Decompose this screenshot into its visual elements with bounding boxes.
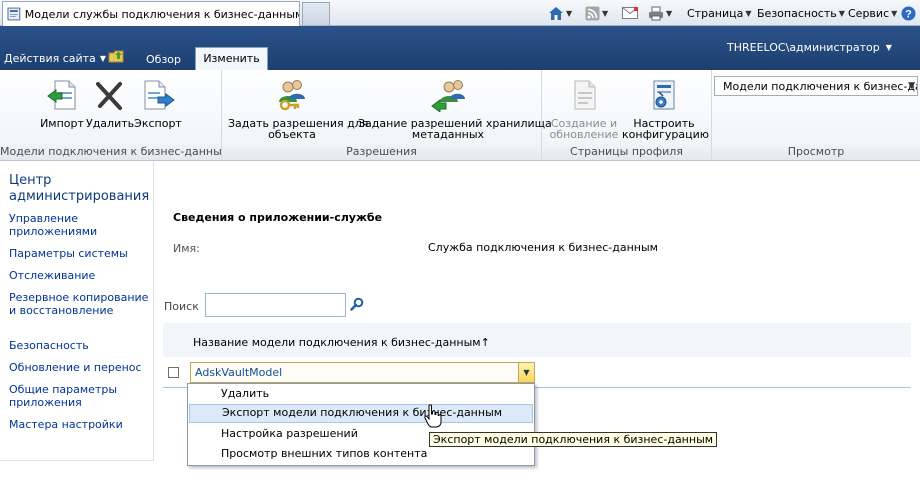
- help-icon: ?: [901, 6, 916, 20]
- page-favicon-icon: [7, 7, 21, 21]
- users-key-icon: [279, 80, 305, 111]
- new-tab-button[interactable]: [302, 2, 330, 25]
- chevron-down-icon: ▼: [602, 8, 609, 18]
- configure-button[interactable]: Настроить конфигурацию: [622, 78, 710, 141]
- home-icon: [549, 6, 563, 20]
- page-menu[interactable]: Страница ▼: [687, 4, 752, 22]
- page-section-title: Сведения о приложении-службе: [173, 211, 383, 224]
- create-update-label-2: обновление: [549, 128, 619, 141]
- browser-tab-title: Модели службы подключения к бизнес-данны…: [24, 7, 299, 21]
- nav-item-upgrade-migration[interactable]: Обновление и перенос: [9, 361, 149, 374]
- delete-label: Удалить: [86, 117, 135, 130]
- printer-icon: [649, 6, 663, 20]
- group-label-models: Модели подключения к бизнес-данным: [0, 144, 231, 160]
- feeds-button[interactable]: ▼: [585, 4, 608, 22]
- tools-menu[interactable]: Сервис ▼: [848, 4, 897, 22]
- nav-item-backup-restore[interactable]: Резервное копирование и восстановление: [9, 291, 149, 317]
- view-select[interactable]: Модели подключения к бизнес-да ▼: [714, 76, 918, 96]
- list-item[interactable]: AdskVaultModel ▼: [190, 362, 535, 383]
- item-context-menu: Удалить Экспорт модели подключения к биз…: [187, 383, 535, 466]
- chevron-down-icon: ▼: [745, 8, 752, 18]
- search-input[interactable]: [205, 293, 346, 317]
- export-icon: [144, 80, 175, 110]
- group-label-view: Просмотр: [712, 144, 920, 160]
- nav-item-system-settings[interactable]: Параметры системы: [9, 247, 149, 260]
- ribbon-group-models: Импорт Удалить Экспорт Модели подключени…: [0, 70, 231, 160]
- search-label: Поиск: [164, 300, 199, 313]
- set-store-permissions-label-2: метаданных: [411, 128, 485, 141]
- navigate-up-icon[interactable]: [108, 49, 125, 63]
- name-label: Имя:: [173, 242, 200, 255]
- chevron-down-icon: ▼: [566, 8, 573, 18]
- page-menu-label: Страница: [687, 6, 744, 20]
- view-select-value: Модели подключения к бизнес-да: [723, 79, 918, 93]
- export-label: Экспорт: [134, 117, 182, 130]
- set-store-permissions-button[interactable]: Задание разрешений хранилища метаданных: [358, 78, 552, 141]
- row-select-checkbox[interactable]: [168, 367, 179, 378]
- chevron-down-icon: ▼: [908, 81, 915, 91]
- user-menu[interactable]: THREELOC\администратор ▼: [727, 41, 892, 54]
- name-value: Служба подключения к бизнес-данным: [428, 241, 658, 254]
- chevron-down-icon: ▼: [885, 43, 892, 52]
- users-arrow-icon: [431, 80, 465, 112]
- browser-tab[interactable]: Модели службы подключения к бизнес-данны…: [2, 1, 300, 26]
- nav-item-config-wizards[interactable]: Мастера настройки: [9, 418, 149, 431]
- help-button[interactable]: ?: [901, 4, 916, 22]
- menu-item-delete[interactable]: Удалить: [189, 385, 533, 404]
- browser-command-bar: Модели службы подключения к бизнес-данны…: [0, 0, 920, 26]
- set-object-permissions-label-2: объекта: [268, 128, 316, 141]
- svg-text:?: ?: [905, 8, 912, 20]
- set-object-permissions-button[interactable]: Задать разрешения для объекта: [228, 78, 368, 141]
- import-button[interactable]: Импорт: [40, 78, 84, 129]
- model-name-link[interactable]: AdskVaultModel: [195, 366, 282, 379]
- print-button[interactable]: ▼: [648, 4, 672, 22]
- sort-ascending-icon: ↑: [480, 336, 490, 349]
- create-update-button[interactable]: Создание и обновление: [548, 78, 620, 140]
- group-label-profile-pages: Страницы профиля: [542, 144, 711, 160]
- hand-cursor-icon: [424, 404, 442, 428]
- nav-item-app-management[interactable]: Управление приложениями: [9, 212, 149, 238]
- import-label: Импорт: [40, 117, 84, 130]
- mail-button[interactable]: [622, 4, 638, 22]
- ribbon-body: Импорт Удалить Экспорт Модели подключени…: [0, 70, 920, 161]
- menu-item-export-model[interactable]: Экспорт модели подключения к бизнес-данн…: [189, 404, 533, 423]
- rss-feed-icon: [585, 6, 600, 20]
- chevron-down-icon: ▼: [99, 54, 106, 63]
- column-header-model-name[interactable]: Название модели подключения к бизнес-дан…: [193, 336, 490, 349]
- site-actions-label: Действия сайта: [4, 52, 96, 65]
- site-actions-menu[interactable]: Действия сайта ▼: [4, 52, 106, 65]
- safety-menu-label: Безопасность: [757, 6, 837, 20]
- home-button[interactable]: ▼: [548, 4, 572, 22]
- chevron-down-icon: ▼: [891, 8, 898, 18]
- export-button[interactable]: Экспорт: [134, 78, 182, 129]
- mail-icon: [622, 7, 638, 19]
- user-name: THREELOC\администратор: [727, 41, 880, 54]
- menu-item-view-external-content-types[interactable]: Просмотр внешних типов контента: [189, 445, 533, 464]
- tab-edit[interactable]: Изменить: [195, 47, 268, 71]
- nav-item-security[interactable]: Безопасность: [9, 339, 149, 352]
- tooltip: Экспорт модели подключения к бизнес-данн…: [429, 432, 718, 447]
- ribbon-group-profile-pages: Создание и обновление Настроить конфигур…: [542, 70, 712, 160]
- left-navigation: Центр администрирования Управление прило…: [0, 161, 154, 461]
- chevron-down-icon: ▼: [666, 8, 673, 18]
- configure-icon: [653, 80, 675, 110]
- item-menu-chevron-icon[interactable]: ▼: [518, 363, 534, 382]
- delete-button[interactable]: Удалить: [86, 78, 135, 130]
- delete-icon: [96, 82, 122, 110]
- tools-menu-label: Сервис: [848, 6, 890, 20]
- search-icon[interactable]: [350, 297, 364, 311]
- page-icon: [574, 80, 596, 110]
- column-header-label: Название модели подключения к бизнес-дан…: [193, 336, 481, 349]
- safety-menu[interactable]: Безопасность ▼: [757, 4, 845, 22]
- nav-item-general-settings[interactable]: Общие параметры приложения: [9, 383, 149, 409]
- group-label-permissions: Разрешения: [222, 144, 541, 160]
- ribbon-group-permissions: Задать разрешения для объекта Задание ра…: [222, 70, 552, 160]
- central-admin-link[interactable]: Центр администрирования: [9, 173, 149, 205]
- chevron-down-icon: ▼: [838, 8, 845, 18]
- configure-label-2: конфигурацию: [622, 128, 710, 141]
- tab-browse[interactable]: Обзор: [146, 53, 181, 66]
- import-icon: [47, 80, 76, 110]
- nav-item-monitoring[interactable]: Отслеживание: [9, 269, 149, 282]
